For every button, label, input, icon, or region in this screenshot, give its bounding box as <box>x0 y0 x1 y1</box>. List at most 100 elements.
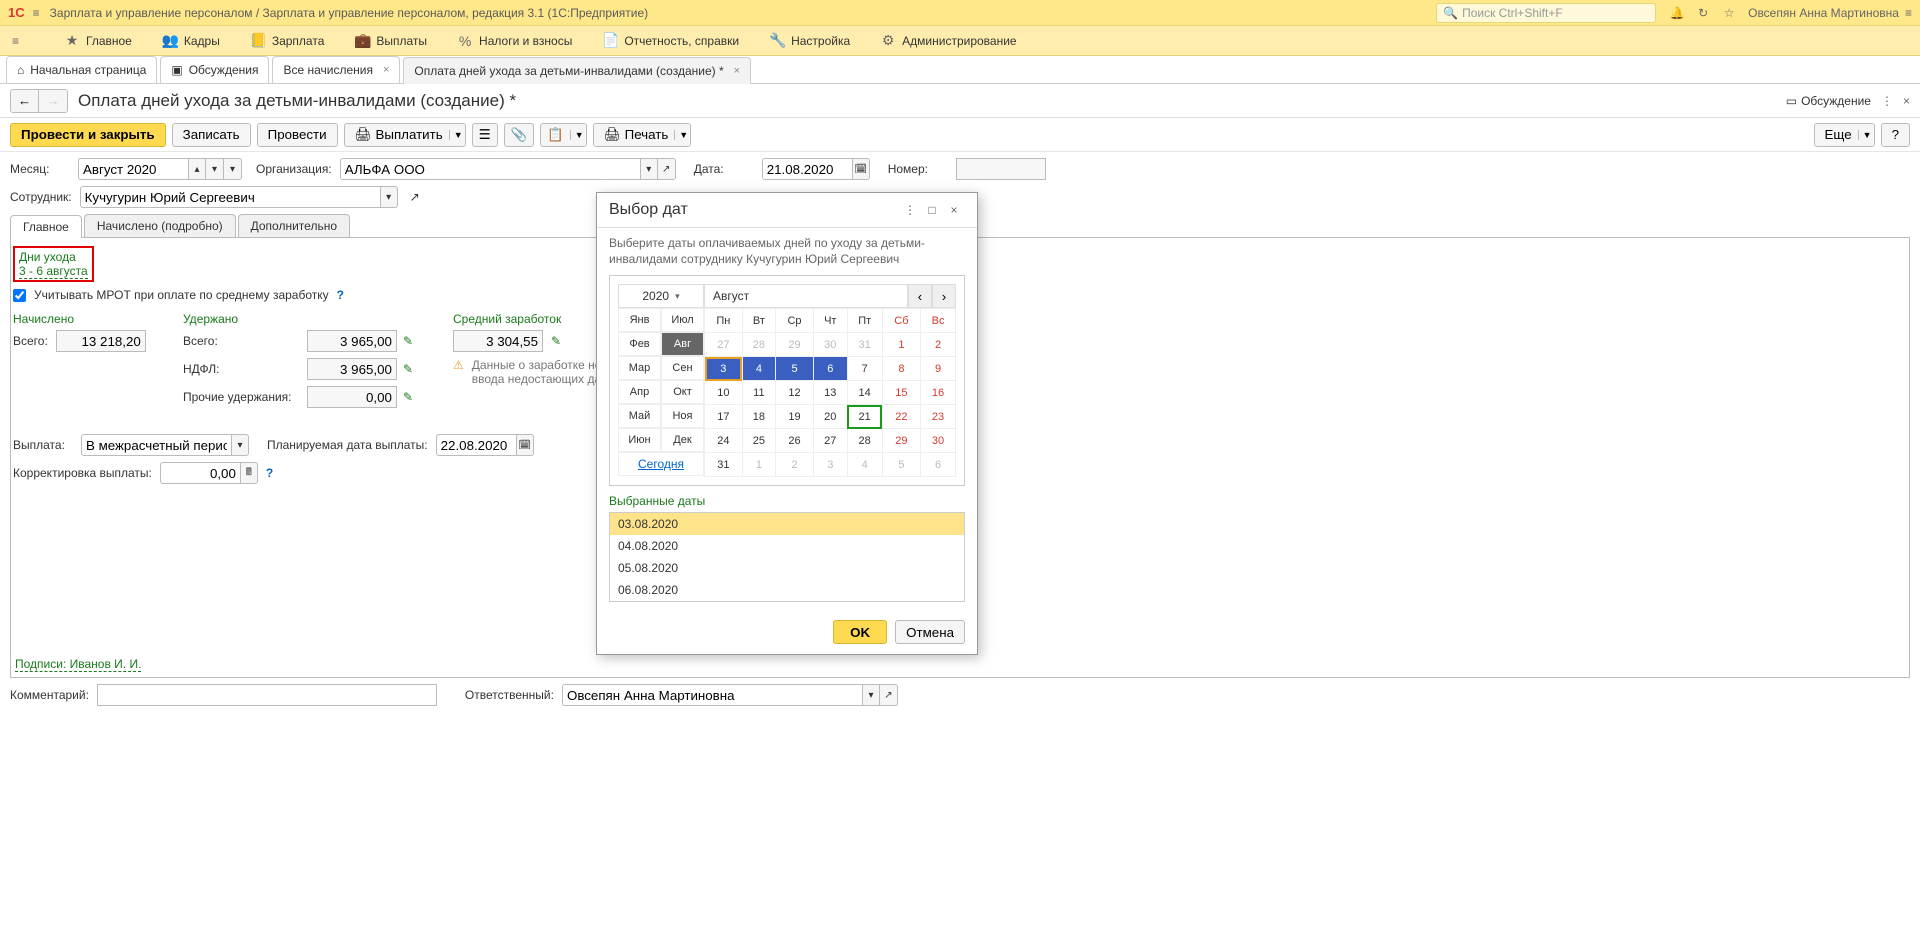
calendar-icon[interactable]: 🗓 <box>516 434 534 456</box>
day-cell[interactable]: 3 <box>813 453 847 477</box>
day-cell-selected[interactable]: 5 <box>776 357 814 381</box>
org-input[interactable] <box>340 158 640 180</box>
close-icon[interactable]: × <box>734 65 740 77</box>
signatures-link[interactable]: Подписи: Иванов И. И. <box>15 657 141 672</box>
day-cell[interactable]: 26 <box>776 429 814 453</box>
day-cell[interactable]: 2 <box>921 333 956 357</box>
back-button[interactable]: ← <box>11 90 39 112</box>
year-selector[interactable]: 2020 ▾ <box>618 284 704 308</box>
day-cell-today[interactable]: 21 <box>847 405 882 429</box>
open-link-icon[interactable]: ↗ <box>658 158 676 180</box>
day-cell[interactable]: 6 <box>921 453 956 477</box>
tab-discussions[interactable]: ▣Обсуждения <box>160 56 269 83</box>
dropdown-icon[interactable]: ▾ <box>862 684 880 706</box>
menu-burger-icon[interactable]: ≡ <box>12 34 34 48</box>
help-button[interactable]: ? <box>1881 123 1910 147</box>
month-cell-active[interactable]: Авг <box>661 332 704 356</box>
kebab-icon[interactable]: ⋮ <box>1881 94 1893 108</box>
day-cell[interactable]: 13 <box>813 381 847 405</box>
month-cell[interactable]: Янв <box>618 308 661 332</box>
day-cell[interactable]: 22 <box>882 405 920 429</box>
inner-tab-main[interactable]: Главное <box>10 215 82 238</box>
pencil-icon[interactable]: ✎ <box>551 334 561 348</box>
close-page-icon[interactable]: × <box>1903 94 1910 108</box>
day-cell[interactable]: 20 <box>813 405 847 429</box>
month-cell[interactable]: Окт <box>661 380 704 404</box>
tab-active-document[interactable]: Оплата дней ухода за детьми-инвалидами (… <box>403 57 751 84</box>
day-cell[interactable]: 11 <box>742 381 775 405</box>
day-cell[interactable]: 4 <box>847 453 882 477</box>
payout-input[interactable] <box>81 434 231 456</box>
day-cell[interactable]: 27 <box>705 333 743 357</box>
month-cell[interactable]: Апр <box>618 380 661 404</box>
day-cell[interactable]: 10 <box>705 381 743 405</box>
open-link-icon[interactable]: ↗ <box>410 190 420 204</box>
menu-staff[interactable]: 👥Кадры <box>162 32 220 49</box>
day-cell[interactable]: 29 <box>882 429 920 453</box>
prev-month-button[interactable]: ‹ <box>908 284 932 308</box>
tab-accruals[interactable]: Все начисления× <box>272 56 400 83</box>
dropdown-icon[interactable]: ▾ <box>224 158 242 180</box>
panel-toggle-icon[interactable]: ≡ <box>1905 6 1912 20</box>
day-cell[interactable]: 30 <box>813 333 847 357</box>
month-cell[interactable]: Фев <box>618 332 661 356</box>
day-cell[interactable]: 16 <box>921 381 956 405</box>
reflect-button[interactable]: 📋▼ <box>540 123 587 147</box>
discussion-link[interactable]: ▭ Обсуждение <box>1786 94 1871 108</box>
close-icon[interactable]: × <box>943 203 965 217</box>
month-cell[interactable]: Июн <box>618 428 661 452</box>
spinner-down-icon[interactable]: ▾ <box>206 158 224 180</box>
dropdown-icon[interactable]: ▾ <box>231 434 249 456</box>
dropdown-icon[interactable]: ▾ <box>640 158 658 180</box>
next-month-button[interactable]: › <box>932 284 956 308</box>
global-search[interactable]: 🔍 Поиск Ctrl+Shift+F <box>1436 3 1656 23</box>
selected-date-item[interactable]: 03.08.2020 <box>610 513 964 535</box>
day-cell[interactable]: 28 <box>847 429 882 453</box>
mrot-checkbox[interactable] <box>13 289 26 302</box>
menu-reports[interactable]: 📄Отчетность, справки <box>602 32 739 49</box>
kebab-icon[interactable]: ⋮ <box>899 203 921 217</box>
day-cell[interactable]: 14 <box>847 381 882 405</box>
day-cell[interactable]: 17 <box>705 405 743 429</box>
post-button[interactable]: Провести <box>257 123 338 147</box>
bell-icon[interactable]: 🔔 <box>1666 2 1688 24</box>
history-icon[interactable]: ↻ <box>1692 2 1714 24</box>
save-button[interactable]: Записать <box>172 123 251 147</box>
pencil-icon[interactable]: ✎ <box>403 334 413 348</box>
day-cell[interactable]: 7 <box>847 357 882 381</box>
care-days-range-link[interactable]: 3 - 6 августа <box>19 264 88 279</box>
day-cell[interactable]: 8 <box>882 357 920 381</box>
day-cell[interactable]: 27 <box>813 429 847 453</box>
day-cell[interactable]: 24 <box>705 429 743 453</box>
day-cell[interactable]: 23 <box>921 405 956 429</box>
day-cell[interactable]: 31 <box>705 453 743 477</box>
pencil-icon[interactable]: ✎ <box>403 362 413 376</box>
correction-help-icon[interactable]: ? <box>266 466 273 480</box>
attach-button[interactable]: 📎 <box>504 123 535 147</box>
menu-payouts[interactable]: 💼Выплаты <box>354 32 427 49</box>
list-button[interactable]: ☰ <box>472 123 498 147</box>
forward-button[interactable]: → <box>39 90 67 112</box>
day-cell[interactable]: 28 <box>742 333 775 357</box>
day-cell[interactable]: 18 <box>742 405 775 429</box>
menu-admin[interactable]: ⚙Администрирование <box>880 32 1016 49</box>
print-button[interactable]: 🖨Печать▼ <box>593 123 692 147</box>
day-cell[interactable]: 5 <box>882 453 920 477</box>
inner-tab-accrued[interactable]: Начислено (подробно) <box>84 214 236 237</box>
post-and-close-button[interactable]: Провести и закрыть <box>10 123 166 147</box>
month-cell[interactable]: Июл <box>661 308 704 332</box>
day-cell[interactable]: 15 <box>882 381 920 405</box>
tab-start[interactable]: ⌂Начальная страница <box>6 56 157 83</box>
selected-date-item[interactable]: 06.08.2020 <box>610 579 964 601</box>
month-cell[interactable]: Дек <box>661 428 704 452</box>
day-cell[interactable]: 25 <box>742 429 775 453</box>
day-cell-selected[interactable]: 4 <box>742 357 775 381</box>
dropdown-icon[interactable]: ▾ <box>380 186 398 208</box>
date-input[interactable] <box>762 158 852 180</box>
star-icon[interactable]: ☆ <box>1718 2 1740 24</box>
more-button[interactable]: Еще▼ <box>1814 123 1875 147</box>
day-cell[interactable]: 9 <box>921 357 956 381</box>
month-input[interactable] <box>78 158 188 180</box>
calc-icon[interactable]: 🖩 <box>240 462 258 484</box>
spinner-up-icon[interactable]: ▴ <box>188 158 206 180</box>
